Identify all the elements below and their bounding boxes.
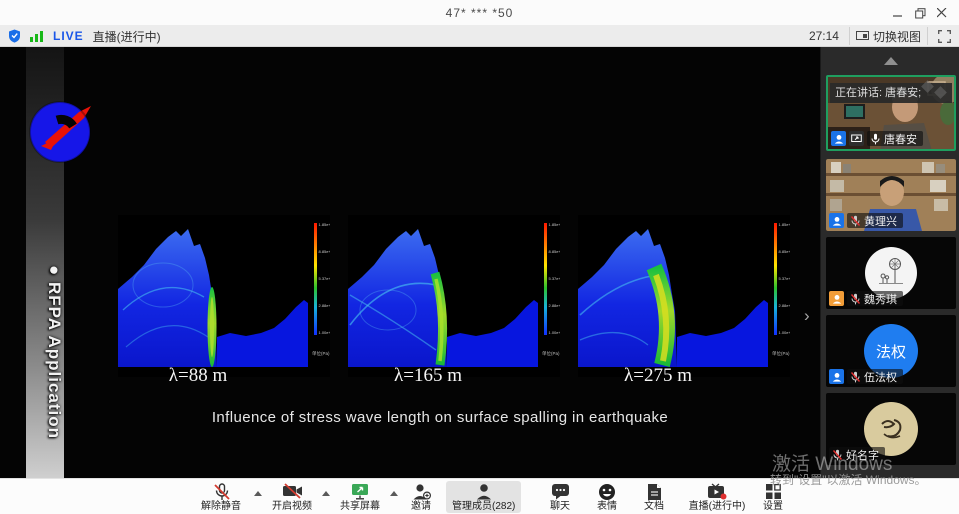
members-icon: [476, 483, 492, 501]
participants-sidebar: 正在讲话: 唐春安; 唐春安: [820, 47, 959, 478]
window-title: 47* *** *50: [0, 6, 959, 20]
svg-text:2.88e+006: 2.88e+006: [319, 303, 331, 308]
share-screen-icon: [350, 483, 370, 500]
video-options-caret[interactable]: [322, 491, 330, 496]
live-status-text: 直播(进行中): [93, 28, 161, 45]
participant-name-chip: 魏秀琪: [847, 291, 903, 306]
svg-text:1.85e+007: 1.85e+007: [319, 222, 331, 227]
fullscreen-icon[interactable]: [938, 30, 951, 43]
close-button[interactable]: [933, 5, 951, 21]
svg-text:单位(Pa): 单位(Pa): [542, 350, 560, 357]
panel-label-2: λ=165 m: [353, 365, 503, 387]
unmute-button[interactable]: 解除静音: [192, 481, 250, 513]
emoji-button[interactable]: 表情: [590, 481, 624, 513]
share-options-caret[interactable]: [390, 491, 398, 496]
manage-members-button[interactable]: 管理成员(282): [446, 481, 521, 513]
svg-text:1.00e+005: 1.00e+005: [779, 330, 791, 335]
svg-text:1.85e+007: 1.85e+007: [779, 222, 791, 227]
camera-off-icon: [282, 483, 303, 499]
chat-button[interactable]: 聊天: [543, 481, 577, 513]
restore-button[interactable]: [911, 5, 929, 21]
svg-text:2.88e+006: 2.88e+006: [779, 303, 791, 308]
invite-button[interactable]: 邀请: [404, 481, 438, 513]
svg-text:单位(Pa): 单位(Pa): [312, 350, 330, 357]
screen-share-indicator-icon: [849, 131, 864, 146]
simulation-plot-2: 1.85e+007 8.85e+006 5.37e+006 2.88e+006 …: [348, 215, 560, 377]
simulation-panel-2: 1.85e+007 8.85e+006 5.37e+006 2.88e+006 …: [348, 215, 560, 377]
live-stream-button[interactable]: 直播(进行中): [684, 481, 750, 513]
panel-label-3: λ=275 m: [583, 365, 733, 387]
mic-muted-icon: [850, 215, 861, 227]
participant-name-chip: 唐春安: [867, 131, 923, 146]
emoji-smiley-icon: [598, 483, 616, 501]
participant-role-icon: [829, 369, 844, 384]
slide-caption: Influence of stress wave length on surfa…: [60, 409, 820, 426]
title-bar: 47* *** *50: [0, 0, 959, 26]
windows-activation-watermark-line2: 转到"设置"以激活 Windows。: [770, 471, 927, 488]
status-bar: LIVE 直播(进行中) 27:14 切换视图: [0, 26, 959, 47]
mic-muted-icon: [850, 293, 861, 305]
live-badge: LIVE: [53, 29, 84, 43]
svg-text:5.37e+006: 5.37e+006: [549, 276, 561, 281]
participant-role-icon: [829, 213, 844, 228]
live-broadcast-icon: [707, 483, 727, 500]
participant-name-chip: 伍法权: [847, 369, 903, 384]
participant-role-icon: [831, 131, 846, 146]
chat-bubble-icon: [551, 483, 570, 500]
participant-tile-3[interactable]: 魏秀琪: [826, 237, 956, 309]
svg-text:1.85e+007: 1.85e+007: [549, 222, 561, 227]
svg-text:1.00e+005: 1.00e+005: [549, 330, 561, 335]
document-icon: [647, 483, 662, 501]
svg-text:5.37e+006: 5.37e+006: [319, 276, 331, 281]
simulation-panel-1: 1.85e+007 8.85e+006 5.37e+006 2.88e+006 …: [118, 215, 330, 377]
docs-button[interactable]: 文档: [637, 481, 671, 513]
switch-view-button[interactable]: 切换视图: [849, 27, 928, 45]
calligraphy-avatar-icon: [874, 412, 908, 446]
shield-icon: [8, 29, 21, 43]
rfpa-logo: [27, 96, 93, 166]
panel-label-1: λ=88 m: [123, 365, 273, 387]
minimize-button[interactable]: [889, 5, 907, 21]
start-video-button[interactable]: 开启视频: [266, 481, 318, 513]
switch-view-icon: [856, 31, 869, 42]
svg-text:单位(Pa): 单位(Pa): [772, 350, 790, 357]
mic-muted-icon: [212, 483, 231, 501]
dandelion-sketch-icon: [873, 255, 909, 291]
svg-text:2.88e+006: 2.88e+006: [549, 303, 561, 308]
slide-vertical-title: ● RFPA Application: [26, 265, 64, 478]
invite-person-icon: [412, 483, 431, 501]
mic-on-icon: [870, 133, 881, 145]
svg-text:8.85e+006: 8.85e+006: [549, 249, 561, 254]
participant-tile-1[interactable]: 正在讲话: 唐春安; 唐春安: [826, 75, 956, 151]
svg-text:1.00e+005: 1.00e+005: [319, 330, 331, 335]
simulation-plot-1: 1.85e+007 8.85e+006 5.37e+006 2.88e+006 …: [118, 215, 330, 377]
meeting-window: 47* *** *50 LIVE 直播(进行中) 27:14 切换视图: [0, 0, 959, 514]
simulation-plot-3: 1.85e+007 8.85e+006 5.37e+006 2.88e+006 …: [578, 215, 790, 377]
participant-tile-2[interactable]: 黄理兴: [826, 159, 956, 231]
mic-muted-icon: [850, 371, 861, 383]
participant-tile-4[interactable]: 法权 伍法权: [826, 315, 956, 387]
share-screen-button[interactable]: 共享屏幕: [334, 481, 386, 513]
meeting-timer: 27:14: [809, 29, 839, 43]
svg-text:8.85e+006: 8.85e+006: [319, 249, 331, 254]
simulation-panel-3: 1.85e+007 8.85e+006 5.37e+006 2.88e+006 …: [578, 215, 790, 377]
scroll-up-arrow[interactable]: [884, 57, 898, 65]
participant-role-icon: [829, 291, 844, 306]
unmute-options-caret[interactable]: [254, 491, 262, 496]
collapse-sidebar-chevron-icon[interactable]: ›: [804, 307, 810, 324]
svg-text:8.85e+006: 8.85e+006: [779, 249, 791, 254]
shared-screen-area: ● RFPA Application 1.85e+007 8.85e+006: [0, 47, 820, 478]
participant-name-chip: 黄理兴: [847, 213, 903, 228]
svg-text:5.37e+006: 5.37e+006: [779, 276, 791, 281]
signal-strength-icon: [30, 30, 44, 42]
